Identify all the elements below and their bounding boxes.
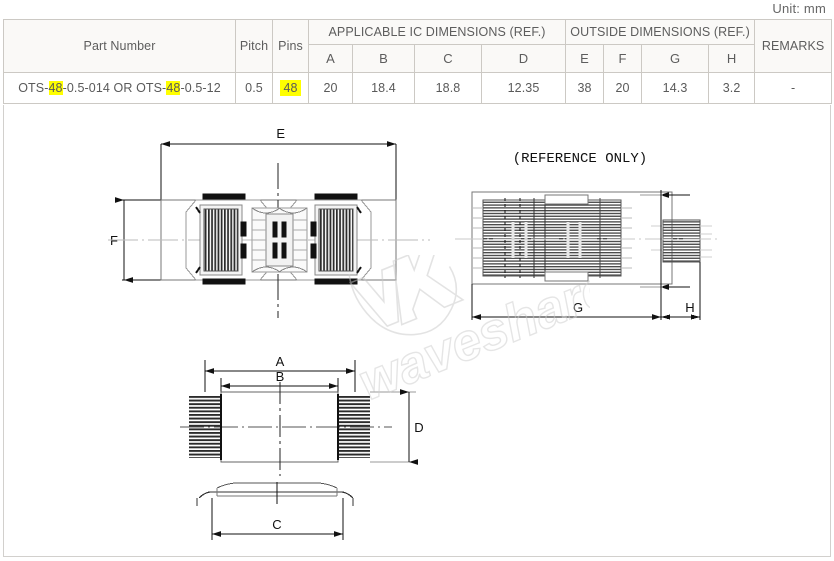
cell-pins: 48 [272,72,309,104]
header-dim-g: G [641,44,710,73]
header-dim-c: C [414,44,482,73]
part-number-highlight-1: 48 [48,81,63,95]
header-dim-f: F [603,44,643,73]
part-number-highlight-2: 48 [166,81,181,95]
drawing-frame [3,105,831,557]
part-number-middle: -0.5-014 OR OTS- [62,81,167,95]
header-dim-d: D [480,44,567,73]
header-dim-h: H [708,44,756,73]
datasheet-page: Unit: mm Part Number Pitch Pins APPLICAB… [0,0,834,561]
cell-dim-h: 3.2 [708,72,756,104]
cell-dim-g: 14.3 [641,72,710,104]
cell-dim-b: 18.4 [352,72,415,104]
header-dim-b: B [352,44,415,73]
part-number-suffix: -0.5-12 [180,81,221,95]
header-dim-a: A [308,44,353,73]
header-dim-e: E [565,44,605,73]
header-outside-dimensions: OUTSIDE DIMENSIONS (REF.) [565,19,756,45]
cell-pitch: 0.5 [235,72,273,104]
header-applicable-ic-dimensions: APPLICABLE IC DIMENSIONS (REF.) [307,19,567,45]
cell-dim-d: 12.35 [480,72,567,104]
header-remarks: REMARKS [754,19,833,73]
unit-label: Unit: mm [772,1,826,16]
table-header-row-1: Part Number Pitch Pins APPLICABLE IC DIM… [3,19,833,73]
table-row: OTS-48-0.5-014 OR OTS-48-0.5-12 0.5 48 2… [3,72,833,104]
cell-dim-a: 20 [308,72,353,104]
cell-dim-e: 38 [565,72,605,104]
cell-remarks: - [754,72,833,104]
pins-highlight: 48 [280,80,301,96]
cell-part-number: OTS-48-0.5-014 OR OTS-48-0.5-12 [3,72,236,104]
header-pitch: Pitch [235,19,273,73]
specification-table: Part Number Pitch Pins APPLICABLE IC DIM… [3,19,833,104]
header-pins: Pins [272,19,309,73]
cell-dim-c: 18.8 [414,72,482,104]
part-number-prefix-1: OTS- [18,81,49,95]
spec-table-container: Part Number Pitch Pins APPLICABLE IC DIM… [3,19,833,104]
cell-dim-f: 20 [603,72,643,104]
header-part-number: Part Number [3,19,236,73]
